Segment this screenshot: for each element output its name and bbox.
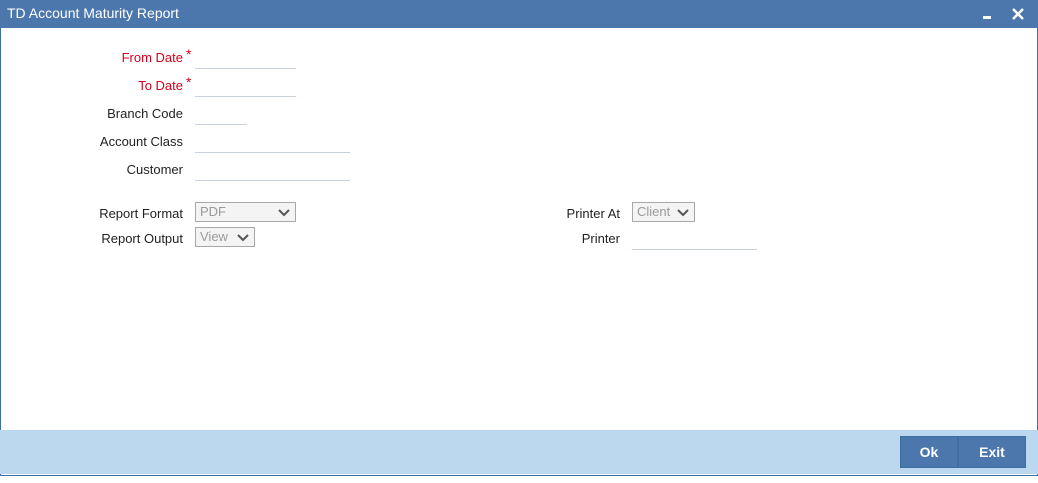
from-date-required-mark: * (186, 46, 192, 62)
report-format-label: Report Format (99, 206, 183, 221)
customer-label: Customer (126, 162, 183, 177)
printer-at-select[interactable]: Client (632, 202, 695, 222)
title-bar: TD Account Maturity Report (0, 0, 1038, 28)
exit-button[interactable]: Exit (958, 436, 1026, 468)
report-output-value: View (200, 229, 228, 244)
report-format-select[interactable]: PDF (195, 202, 296, 222)
account-class-input[interactable] (195, 132, 350, 153)
printer-input[interactable] (632, 229, 757, 250)
branch-code-label: Branch Code (107, 106, 183, 121)
chevron-down-icon (676, 206, 690, 224)
report-output-label: Report Output (101, 231, 183, 246)
minimize-icon[interactable] (974, 0, 1000, 28)
printer-label: Printer (581, 231, 620, 246)
close-icon[interactable] (1005, 0, 1031, 28)
ok-button[interactable]: Ok (900, 436, 958, 468)
account-class-label: Account Class (99, 134, 183, 149)
customer-input[interactable] (195, 160, 350, 181)
to-date-label: To Date (138, 78, 183, 93)
from-date-input[interactable] (195, 48, 296, 69)
footer-bar (0, 430, 1038, 474)
printer-at-value: Client (637, 204, 671, 219)
report-format-value: PDF (200, 204, 226, 219)
printer-at-label: Printer At (566, 206, 620, 221)
report-output-select[interactable]: View (195, 227, 255, 247)
chevron-down-icon (236, 231, 250, 249)
from-date-label: From Date (121, 50, 183, 65)
branch-code-input[interactable] (195, 104, 247, 125)
to-date-required-mark: * (186, 74, 192, 90)
to-date-input[interactable] (195, 76, 296, 97)
chevron-down-icon (277, 206, 291, 224)
window-title: TD Account Maturity Report (7, 5, 179, 21)
